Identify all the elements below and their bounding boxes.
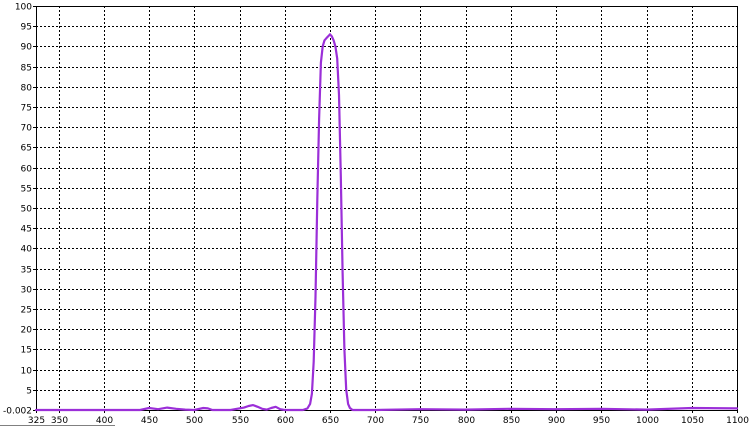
x-tick-label: 750 — [412, 416, 429, 426]
y-tick-label: 10 — [21, 367, 33, 377]
y-tick-label: 20 — [21, 326, 33, 336]
x-tick-label: 400 — [96, 416, 113, 426]
x-tick-label: 325 — [28, 416, 45, 426]
x-tick-label: 600 — [277, 416, 294, 426]
y-tick-label: 55 — [21, 185, 32, 195]
x-tick-label: 500 — [186, 416, 203, 426]
y-tick-label: 90 — [21, 43, 33, 53]
x-tick-label: 1000 — [636, 416, 659, 426]
y-tick-label: -0.002 — [3, 407, 32, 417]
y-tick-label: 85 — [21, 64, 32, 74]
x-tick-label: 550 — [232, 416, 249, 426]
y-tick-label: 25 — [21, 306, 32, 316]
y-tick-label: 95 — [21, 23, 32, 33]
x-tick-label: 900 — [548, 416, 565, 426]
x-tick-label: 1050 — [681, 416, 704, 426]
y-tick-label: 100 — [15, 3, 32, 13]
y-tick-label: 75 — [21, 104, 32, 114]
x-tick-label: 800 — [458, 416, 475, 426]
y-tick-label: 30 — [21, 286, 33, 296]
x-tick-label: 450 — [141, 416, 158, 426]
y-tick-label: 80 — [21, 84, 33, 94]
y-tick-label: 60 — [21, 165, 33, 175]
y-tick-label: 5 — [26, 387, 32, 397]
y-tick-label: 65 — [21, 144, 32, 154]
x-tick-label: 950 — [593, 416, 610, 426]
spectrum-chart: -0.002 5 10 15 20 25 30 35 40 45 50 55 60 65 70 75 80 85 9… — [0, 0, 750, 426]
x-tick-label: 650 — [322, 416, 339, 426]
x-tick-label: 850 — [503, 416, 520, 426]
x-tick-label: 350 — [51, 416, 68, 426]
y-tick-label: 35 — [21, 266, 32, 276]
y-tick-label: 50 — [21, 205, 33, 215]
y-tick-label: 70 — [21, 124, 33, 134]
x-tick-label: 700 — [367, 416, 384, 426]
y-tick-label: 45 — [21, 225, 32, 235]
x-tick-label: 1100 — [726, 416, 749, 426]
y-tick-label: 15 — [21, 346, 32, 356]
y-tick-label: 40 — [21, 245, 33, 255]
